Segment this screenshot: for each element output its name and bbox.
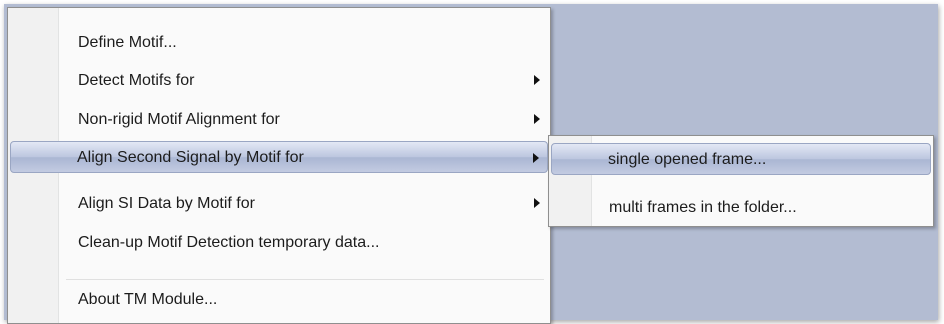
menu-separator bbox=[66, 279, 544, 280]
menu-item-label: Align Second Signal by Motif for bbox=[77, 149, 304, 166]
menu-item-align-second-signal[interactable]: Align Second Signal by Motif for bbox=[10, 141, 548, 173]
submenu-arrow-icon bbox=[534, 75, 540, 85]
menu-item-define-motif[interactable]: Define Motif... bbox=[10, 26, 548, 58]
menu-item-clean-up[interactable]: Clean-up Motif Detection temporary data.… bbox=[10, 226, 548, 258]
submenu-item-single-frame[interactable]: single opened frame... bbox=[551, 143, 931, 175]
menu-item-label: Detect Motifs for bbox=[78, 72, 195, 89]
submenu-arrow-icon bbox=[533, 153, 539, 163]
menu-item-detect-motifs[interactable]: Detect Motifs for bbox=[10, 64, 548, 96]
submenu-item-label: multi frames in the folder... bbox=[609, 199, 797, 216]
menu-item-label: About TM Module... bbox=[78, 291, 218, 308]
submenu-item-label: single opened frame... bbox=[608, 151, 767, 168]
menu-item-label: Non-rigid Motif Alignment for bbox=[78, 111, 280, 128]
menu-item-align-si-data[interactable]: Align SI Data by Motif for bbox=[10, 187, 548, 219]
context-menu: Define Motif... Detect Motifs for Non-ri… bbox=[7, 7, 551, 324]
menu-item-label: Define Motif... bbox=[78, 34, 177, 51]
submenu-item-multi-frames[interactable]: multi frames in the folder... bbox=[551, 191, 931, 223]
submenu-arrow-icon bbox=[534, 114, 540, 124]
menu-item-non-rigid-alignment[interactable]: Non-rigid Motif Alignment for bbox=[10, 103, 548, 135]
menu-item-label: Clean-up Motif Detection temporary data.… bbox=[78, 234, 380, 251]
submenu-arrow-icon bbox=[534, 198, 540, 208]
submenu: single opened frame... multi frames in t… bbox=[548, 135, 934, 227]
menu-item-about[interactable]: About TM Module... bbox=[10, 283, 548, 315]
menu-item-label: Align SI Data by Motif for bbox=[78, 195, 255, 212]
